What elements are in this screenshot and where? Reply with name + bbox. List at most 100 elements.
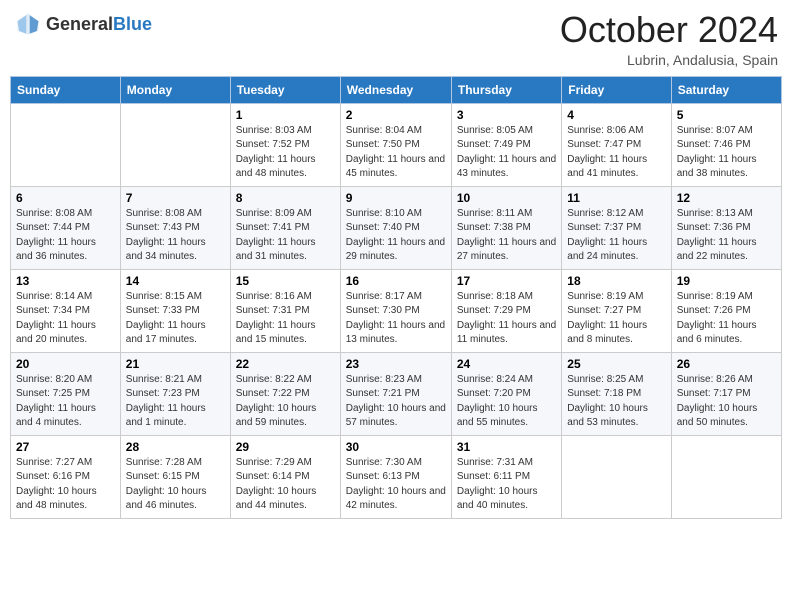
calendar-cell: 28 Sunrise: 7:28 AM Sunset: 6:15 PM Dayli… <box>120 435 230 518</box>
calendar-header-row: Sunday Monday Tuesday Wednesday Thursday… <box>11 76 782 103</box>
day-number: 30 <box>346 440 446 454</box>
day-number: 16 <box>346 274 446 288</box>
calendar-cell: 31 Sunrise: 7:31 AM Sunset: 6:11 PM Dayli… <box>451 435 561 518</box>
col-wednesday: Wednesday <box>340 76 451 103</box>
day-info: Sunrise: 8:03 AM Sunset: 7:52 PM Dayligh… <box>236 124 335 182</box>
day-info: Sunrise: 8:04 AM Sunset: 7:50 PM Dayligh… <box>346 124 446 182</box>
day-number: 23 <box>346 357 446 371</box>
day-number: 2 <box>346 108 446 122</box>
logo-general: General <box>46 14 113 34</box>
col-tuesday: Tuesday <box>230 76 340 103</box>
day-number: 13 <box>16 274 115 288</box>
calendar-cell: 20 Sunrise: 8:20 AM Sunset: 7:25 PM Dayli… <box>11 352 121 435</box>
day-number: 6 <box>16 191 115 205</box>
calendar-cell: 11Sunrise: 8:12 AM Sunset: 7:37 PM Dayli… <box>562 186 671 269</box>
calendar-cell: 2 Sunrise: 8:04 AM Sunset: 7:50 PM Daylig… <box>340 103 451 186</box>
calendar-cell: 18 Sunrise: 8:19 AM Sunset: 7:27 PM Dayli… <box>562 269 671 352</box>
day-info: Sunrise: 8:21 AM Sunset: 7:23 PM Dayligh… <box>126 373 225 431</box>
day-number: 15 <box>236 274 335 288</box>
day-info: Sunrise: 8:26 AM Sunset: 7:17 PM Dayligh… <box>677 373 776 431</box>
day-info: Sunrise: 7:30 AM Sunset: 6:13 PM Dayligh… <box>346 456 446 514</box>
calendar-cell: 8 Sunrise: 8:09 AM Sunset: 7:41 PM Daylig… <box>230 186 340 269</box>
calendar-cell: 26 Sunrise: 8:26 AM Sunset: 7:17 PM Dayli… <box>671 352 781 435</box>
calendar-cell: 13Sunrise: 8:14 AM Sunset: 7:34 PM Dayli… <box>11 269 121 352</box>
month-title: October 2024 <box>560 10 778 50</box>
day-number: 9 <box>346 191 446 205</box>
day-info: Sunrise: 8:13 AM Sunset: 7:36 PM Dayligh… <box>677 207 776 265</box>
logo-blue: Blue <box>113 14 152 34</box>
day-number: 14 <box>126 274 225 288</box>
calendar-cell: 24Sunrise: 8:24 AM Sunset: 7:20 PM Dayli… <box>451 352 561 435</box>
day-info: Sunrise: 7:28 AM Sunset: 6:15 PM Dayligh… <box>126 456 225 514</box>
col-saturday: Saturday <box>671 76 781 103</box>
location: Lubrin, Andalusia, Spain <box>560 52 778 68</box>
day-number: 5 <box>677 108 776 122</box>
day-number: 31 <box>457 440 556 454</box>
day-info: Sunrise: 8:10 AM Sunset: 7:40 PM Dayligh… <box>346 207 446 265</box>
day-info: Sunrise: 8:20 AM Sunset: 7:25 PM Dayligh… <box>16 373 115 431</box>
page-header: GeneralBlue October 2024 Lubrin, Andalus… <box>10 10 782 68</box>
day-info: Sunrise: 8:17 AM Sunset: 7:30 PM Dayligh… <box>346 290 446 348</box>
day-number: 12 <box>677 191 776 205</box>
title-block: October 2024 Lubrin, Andalusia, Spain <box>560 10 778 68</box>
day-info: Sunrise: 8:12 AM Sunset: 7:37 PM Dayligh… <box>567 207 665 265</box>
calendar-cell: 25 Sunrise: 8:25 AM Sunset: 7:18 PM Dayli… <box>562 352 671 435</box>
calendar-cell <box>120 103 230 186</box>
day-info: Sunrise: 7:27 AM Sunset: 6:16 PM Dayligh… <box>16 456 115 514</box>
day-number: 18 <box>567 274 665 288</box>
day-info: Sunrise: 8:18 AM Sunset: 7:29 PM Dayligh… <box>457 290 556 348</box>
calendar-cell: 14 Sunrise: 8:15 AM Sunset: 7:33 PM Dayli… <box>120 269 230 352</box>
day-info: Sunrise: 8:11 AM Sunset: 7:38 PM Dayligh… <box>457 207 556 265</box>
day-info: Sunrise: 8:06 AM Sunset: 7:47 PM Dayligh… <box>567 124 665 182</box>
day-info: Sunrise: 8:19 AM Sunset: 7:27 PM Dayligh… <box>567 290 665 348</box>
day-info: Sunrise: 8:23 AM Sunset: 7:21 PM Dayligh… <box>346 373 446 431</box>
day-number: 17 <box>457 274 556 288</box>
calendar-cell: 23 Sunrise: 8:23 AM Sunset: 7:21 PM Dayli… <box>340 352 451 435</box>
day-number: 1 <box>236 108 335 122</box>
day-info: Sunrise: 8:09 AM Sunset: 7:41 PM Dayligh… <box>236 207 335 265</box>
calendar-week-row: 20 Sunrise: 8:20 AM Sunset: 7:25 PM Dayli… <box>11 352 782 435</box>
calendar-table: Sunday Monday Tuesday Wednesday Thursday… <box>10 76 782 519</box>
col-sunday: Sunday <box>11 76 121 103</box>
logo-icon <box>14 10 42 38</box>
calendar-cell: 12 Sunrise: 8:13 AM Sunset: 7:36 PM Dayli… <box>671 186 781 269</box>
calendar-week-row: 1 Sunrise: 8:03 AM Sunset: 7:52 PM Daylig… <box>11 103 782 186</box>
day-info: Sunrise: 8:07 AM Sunset: 7:46 PM Dayligh… <box>677 124 776 182</box>
calendar-cell: 9 Sunrise: 8:10 AM Sunset: 7:40 PM Daylig… <box>340 186 451 269</box>
calendar-week-row: 13Sunrise: 8:14 AM Sunset: 7:34 PM Dayli… <box>11 269 782 352</box>
day-number: 3 <box>457 108 556 122</box>
day-info: Sunrise: 8:25 AM Sunset: 7:18 PM Dayligh… <box>567 373 665 431</box>
col-thursday: Thursday <box>451 76 561 103</box>
calendar-cell: 19 Sunrise: 8:19 AM Sunset: 7:26 PM Dayli… <box>671 269 781 352</box>
day-number: 26 <box>677 357 776 371</box>
day-info: Sunrise: 8:19 AM Sunset: 7:26 PM Dayligh… <box>677 290 776 348</box>
calendar-cell <box>671 435 781 518</box>
day-info: Sunrise: 8:15 AM Sunset: 7:33 PM Dayligh… <box>126 290 225 348</box>
day-info: Sunrise: 8:08 AM Sunset: 7:44 PM Dayligh… <box>16 207 115 265</box>
day-number: 28 <box>126 440 225 454</box>
day-number: 19 <box>677 274 776 288</box>
day-number: 8 <box>236 191 335 205</box>
day-number: 22 <box>236 357 335 371</box>
col-friday: Friday <box>562 76 671 103</box>
calendar-week-row: 27Sunrise: 7:27 AM Sunset: 6:16 PM Dayli… <box>11 435 782 518</box>
calendar-cell: 6 Sunrise: 8:08 AM Sunset: 7:44 PM Daylig… <box>11 186 121 269</box>
calendar-cell: 1 Sunrise: 8:03 AM Sunset: 7:52 PM Daylig… <box>230 103 340 186</box>
calendar-week-row: 6 Sunrise: 8:08 AM Sunset: 7:44 PM Daylig… <box>11 186 782 269</box>
calendar-cell: 22Sunrise: 8:22 AM Sunset: 7:22 PM Dayli… <box>230 352 340 435</box>
calendar-cell: 15Sunrise: 8:16 AM Sunset: 7:31 PM Dayli… <box>230 269 340 352</box>
day-info: Sunrise: 7:31 AM Sunset: 6:11 PM Dayligh… <box>457 456 556 514</box>
day-info: Sunrise: 8:08 AM Sunset: 7:43 PM Dayligh… <box>126 207 225 265</box>
logo-text: GeneralBlue <box>46 14 152 35</box>
day-number: 4 <box>567 108 665 122</box>
calendar-cell: 4 Sunrise: 8:06 AM Sunset: 7:47 PM Daylig… <box>562 103 671 186</box>
day-info: Sunrise: 8:24 AM Sunset: 7:20 PM Dayligh… <box>457 373 556 431</box>
calendar-cell: 30 Sunrise: 7:30 AM Sunset: 6:13 PM Dayli… <box>340 435 451 518</box>
day-number: 21 <box>126 357 225 371</box>
day-number: 10 <box>457 191 556 205</box>
day-info: Sunrise: 8:05 AM Sunset: 7:49 PM Dayligh… <box>457 124 556 182</box>
calendar-cell <box>11 103 121 186</box>
day-number: 20 <box>16 357 115 371</box>
day-number: 25 <box>567 357 665 371</box>
calendar-cell: 16 Sunrise: 8:17 AM Sunset: 7:30 PM Dayli… <box>340 269 451 352</box>
